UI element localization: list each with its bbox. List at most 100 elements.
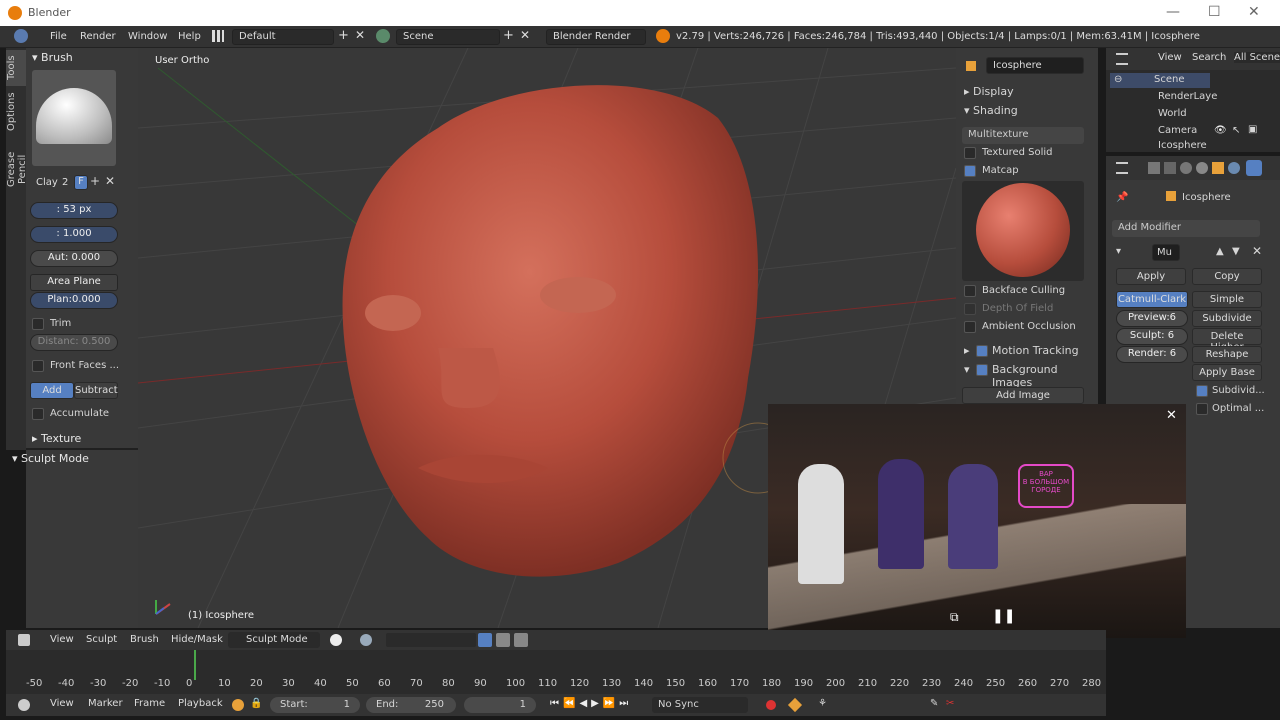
move-up-icon[interactable]: ▲ bbox=[1216, 246, 1224, 257]
brush-panel-header[interactable]: ▾ Brush bbox=[32, 51, 73, 64]
vp-menu-brush[interactable]: Brush bbox=[130, 634, 159, 645]
close-button[interactable]: ✕ bbox=[1248, 4, 1260, 20]
brush-preview[interactable] bbox=[32, 70, 116, 166]
sculpted-head-mesh[interactable] bbox=[342, 85, 758, 577]
end-frame-field[interactable]: End: 250 bbox=[366, 697, 456, 713]
mode-select[interactable]: Sculpt Mode bbox=[228, 632, 320, 648]
viewport-shading-icon[interactable] bbox=[330, 634, 342, 646]
pin-icon[interactable]: 📌 bbox=[1116, 192, 1128, 203]
background-images-header[interactable]: ▾ bbox=[964, 363, 970, 376]
screen-layout-select[interactable]: Default bbox=[232, 29, 334, 45]
menu-help[interactable]: Help bbox=[178, 31, 201, 42]
shading-mode-select[interactable]: Multitexture bbox=[962, 127, 1084, 144]
scene-select[interactable]: Scene bbox=[396, 29, 500, 45]
playback-controls[interactable]: ⏮⏪◀▶⏩⏭ bbox=[550, 698, 632, 709]
subdivide-button[interactable]: Subdivide bbox=[1192, 310, 1262, 327]
keyframe-icon[interactable] bbox=[232, 699, 244, 711]
textured-solid-checkbox[interactable] bbox=[964, 147, 976, 159]
constraints-tab-icon[interactable] bbox=[1228, 162, 1240, 174]
matcap-preview[interactable] bbox=[962, 181, 1084, 281]
lock-icon[interactable]: 🔒 bbox=[250, 698, 262, 709]
menu-file[interactable]: File bbox=[50, 31, 67, 42]
outliner-item-scene[interactable]: Scene bbox=[1154, 74, 1185, 85]
outliner-item-world[interactable]: World bbox=[1158, 108, 1187, 119]
menu-window[interactable]: Window bbox=[128, 31, 167, 42]
maximize-button[interactable]: ☐ bbox=[1208, 4, 1221, 20]
brush-name[interactable]: Clay bbox=[36, 177, 58, 188]
outliner-editor-icon[interactable] bbox=[1116, 53, 1128, 65]
simple-button[interactable]: Simple bbox=[1192, 291, 1262, 308]
video-close-icon[interactable]: ✕ bbox=[1166, 408, 1177, 423]
video-popup[interactable]: ВАР В БОЛЬШОМ ГОРОДЕ ✕ ⧉ ❚❚ bbox=[768, 404, 1186, 638]
outliner-item-renderlayer[interactable]: RenderLaye bbox=[1158, 91, 1217, 102]
tab-options[interactable]: Options bbox=[6, 90, 26, 134]
remove-scene-button[interactable]: ✕ bbox=[520, 28, 530, 42]
front-faces-checkbox[interactable] bbox=[32, 360, 44, 372]
subtract-direction-button[interactable]: Subtract bbox=[74, 382, 118, 399]
modifier-collapse-icon[interactable]: ▾ bbox=[1116, 246, 1121, 257]
sculpt-levels-field[interactable]: Sculpt: 6 bbox=[1116, 328, 1188, 345]
radius-slider[interactable]: : 53 px bbox=[30, 202, 118, 219]
audio-scrub-icon[interactable]: ✎ bbox=[930, 698, 938, 709]
expand-icon[interactable]: ⊖ bbox=[1114, 74, 1122, 85]
display-panel-header[interactable]: ▸ Display bbox=[964, 85, 1014, 98]
eye-visibility-icon[interactable]: 👁 bbox=[1214, 125, 1227, 136]
layers-tab-icon[interactable] bbox=[1164, 162, 1176, 174]
sculpt-mode-panel-header[interactable]: ▾ Sculpt Mode bbox=[12, 452, 89, 465]
pivot-icon[interactable] bbox=[360, 634, 372, 646]
trim-checkbox[interactable] bbox=[32, 318, 44, 330]
tab-tools[interactable]: Tools bbox=[6, 50, 26, 86]
apply-base-button[interactable]: Apply Base bbox=[1192, 364, 1262, 381]
shading-panel-header[interactable]: ▾ Shading bbox=[964, 104, 1018, 117]
sync-mode-select[interactable]: No Sync bbox=[652, 697, 748, 713]
render-engine-select[interactable]: Blender Render bbox=[546, 29, 646, 45]
render-levels-field[interactable]: Render: 6 bbox=[1116, 346, 1188, 363]
ao-checkbox[interactable] bbox=[964, 321, 976, 333]
keying-set-icon[interactable] bbox=[787, 697, 803, 713]
object-tab-icon[interactable] bbox=[1212, 162, 1224, 174]
add-layout-button[interactable]: + bbox=[338, 28, 349, 43]
new-brush-button[interactable]: + bbox=[90, 174, 100, 188]
motion-tracking-checkbox[interactable] bbox=[976, 345, 988, 357]
tl-menu-view[interactable]: View bbox=[50, 698, 74, 709]
vp-menu-view[interactable]: View bbox=[50, 634, 74, 645]
dof-checkbox[interactable] bbox=[964, 303, 976, 315]
start-frame-field[interactable]: Start: 1 bbox=[270, 697, 360, 713]
keyframe-insert-icon[interactable]: ⚘ bbox=[818, 698, 827, 709]
autosmooth-slider[interactable]: Aut: 0.000 bbox=[30, 250, 118, 267]
layers-grid[interactable] bbox=[386, 633, 476, 647]
lock-layers-icon[interactable] bbox=[478, 633, 492, 647]
vp-menu-hidemask[interactable]: Hide/Mask bbox=[171, 634, 223, 645]
render-camera-icon[interactable]: ▣ bbox=[1248, 124, 1257, 135]
popout-icon[interactable]: ⧉ bbox=[950, 610, 959, 625]
distance-slider[interactable]: Distanc: 0.500 bbox=[30, 334, 118, 351]
properties-editor-icon[interactable] bbox=[1116, 162, 1128, 174]
scene-tab-icon[interactable] bbox=[1180, 162, 1192, 174]
catmull-clark-button[interactable]: Catmull-Clark bbox=[1116, 291, 1188, 308]
outliner-item-icosphere[interactable]: Icosphere bbox=[1158, 140, 1207, 150]
matcap-checkbox[interactable] bbox=[964, 165, 976, 177]
pause-icon[interactable]: ❚❚ bbox=[992, 608, 1015, 624]
texture-panel-header[interactable]: ▸ Texture bbox=[32, 432, 81, 445]
current-frame-marker[interactable] bbox=[194, 650, 196, 680]
tl-menu-marker[interactable]: Marker bbox=[88, 698, 123, 709]
tl-menu-frame[interactable]: Frame bbox=[134, 698, 165, 709]
editor-type-icon[interactable] bbox=[18, 634, 30, 646]
remove-layout-button[interactable]: ✕ bbox=[355, 28, 365, 42]
accumulate-checkbox[interactable] bbox=[32, 408, 44, 420]
backface-culling-checkbox[interactable] bbox=[964, 285, 976, 297]
motion-tracking-header[interactable]: ▸ bbox=[964, 344, 970, 357]
tab-grease-pencil[interactable]: Grease Pencil bbox=[6, 138, 28, 200]
current-frame-field[interactable]: 1 bbox=[464, 697, 536, 713]
copy-modifier-button[interactable]: Copy bbox=[1192, 268, 1262, 285]
object-name-field[interactable]: Icosphere bbox=[986, 57, 1084, 74]
reshape-button[interactable]: Reshape bbox=[1192, 346, 1262, 363]
info-editor-icon[interactable] bbox=[14, 29, 28, 43]
fake-user-toggle[interactable]: F bbox=[74, 175, 88, 190]
unlink-brush-button[interactable]: ✕ bbox=[105, 174, 115, 188]
subdivide-uvs-checkbox[interactable] bbox=[1196, 385, 1208, 397]
outliner-view-menu[interactable]: View bbox=[1158, 52, 1182, 63]
modifier-name-field[interactable]: Mu bbox=[1152, 244, 1180, 261]
add-image-button[interactable]: Add Image bbox=[962, 387, 1084, 404]
vp-menu-sculpt[interactable]: Sculpt bbox=[86, 634, 117, 645]
